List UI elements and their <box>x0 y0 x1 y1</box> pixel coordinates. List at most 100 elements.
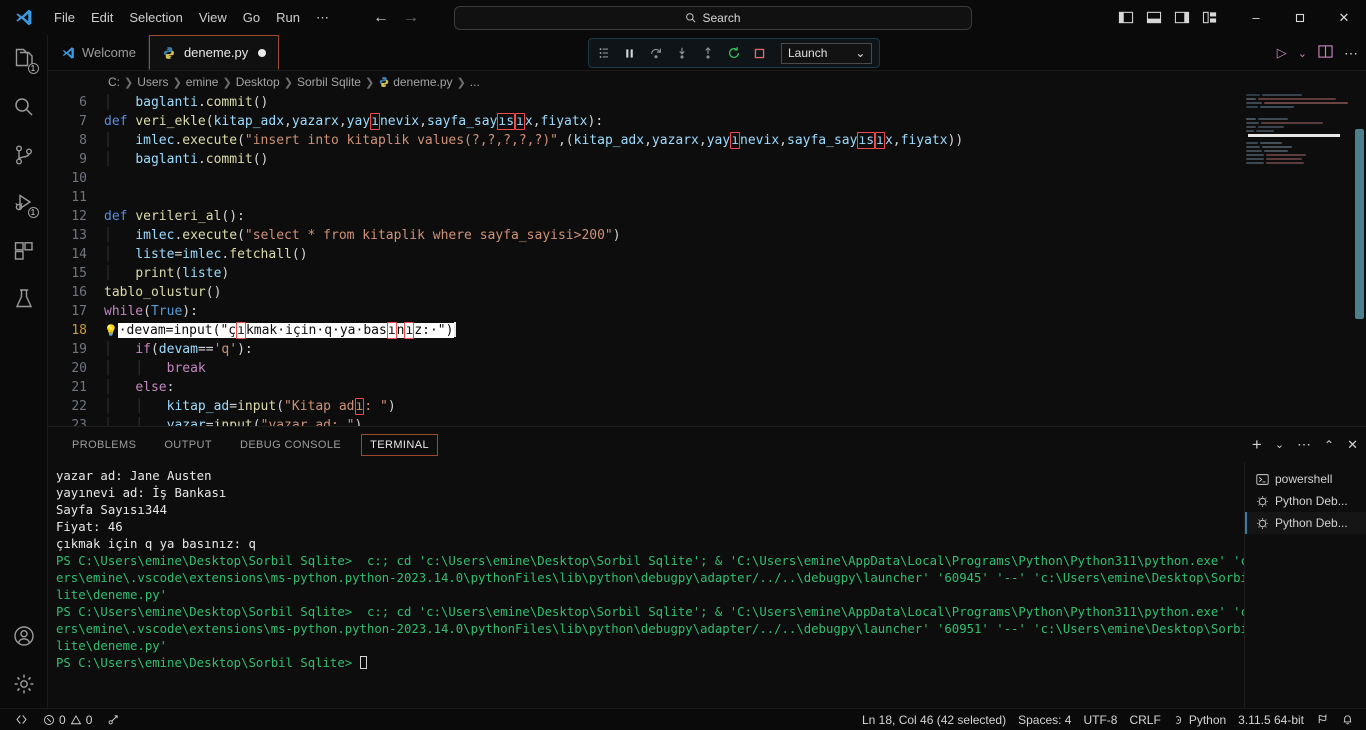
cursor-position-status[interactable]: Ln 18, Col 46 (42 selected) <box>856 709 1012 730</box>
ports-forward-button[interactable] <box>101 709 126 730</box>
debug-pause-icon[interactable] <box>622 46 637 61</box>
code-line: 22│ │ kitap_ad=input("Kitap adı: ") <box>48 397 1366 416</box>
panel-tab-terminal[interactable]: TERMINAL <box>361 434 438 456</box>
menu-file[interactable]: File <box>46 7 83 28</box>
debug-restart-icon[interactable] <box>726 46 741 61</box>
code-line: 6│ baglanti.commit() <box>48 93 1366 112</box>
breadcrumb-item-users[interactable]: Users <box>137 75 168 89</box>
forward-arrow-icon[interactable]: → <box>403 9 419 27</box>
sidebar-item-run-and-debug[interactable]: 1 <box>0 179 48 227</box>
window-minimize-button[interactable]: – <box>1234 0 1278 35</box>
menu-bar: File Edit Selection View Go Run ⋯ <box>46 7 337 29</box>
terminal-output[interactable]: yazar ad: Jane Austen yayınevi ad: İş Ba… <box>48 462 1244 708</box>
accounts-button[interactable] <box>0 612 48 660</box>
code-line: 17while(True): <box>48 302 1366 321</box>
close-panel-icon[interactable]: ✕ <box>1347 437 1358 453</box>
editor-vertical-scrollbar[interactable] <box>1355 129 1364 319</box>
editor-tab-bar: Welcome deneme.py <box>48 35 1366 71</box>
breadcrumb-item-desktop[interactable]: Desktop <box>236 75 280 89</box>
run-options-chevron-icon[interactable]: ⌄ <box>1298 47 1307 60</box>
feedback-button[interactable] <box>1310 709 1335 730</box>
debug-step-out-icon[interactable] <box>700 46 715 61</box>
code-lines-container: 6│ baglanti.commit() 7def veri_ekle(kita… <box>48 93 1366 426</box>
language-mode-status[interactable]: Python <box>1167 709 1232 730</box>
run-python-file-icon[interactable]: ▷ <box>1277 45 1287 61</box>
python-interpreter-status[interactable]: 3.11.5 64-bit <box>1232 709 1310 730</box>
sidebar-item-extensions[interactable] <box>0 227 48 275</box>
encoding-status[interactable]: UTF-8 <box>1077 709 1123 730</box>
code-line: 12def verileri_al(): <box>48 207 1366 226</box>
window-maximize-button[interactable] <box>1278 0 1322 35</box>
debug-step-into-icon[interactable] <box>674 46 689 61</box>
breadcrumb-item-drive[interactable]: C: <box>108 75 120 89</box>
new-terminal-icon[interactable]: + <box>1252 435 1262 455</box>
menu-more[interactable]: ⋯ <box>308 7 337 29</box>
toggle-panel-icon[interactable] <box>1146 10 1162 25</box>
line-content: tablo_olustur() <box>104 283 1366 302</box>
menu-selection[interactable]: Selection <box>121 7 190 28</box>
line-content: │ imlec.execute("insert into kitaplik va… <box>104 131 1366 150</box>
python-icon <box>162 45 177 60</box>
panel-tab-problems[interactable]: PROBLEMS <box>64 435 144 455</box>
debug-session-select[interactable]: Launch ⌄ <box>781 43 872 64</box>
chevron-down-icon: ⌄ <box>855 46 865 60</box>
terminal-prompt-line: PS C:\Users\emine\Desktop\Sorbil Sqlite> <box>56 655 1244 672</box>
vscode-logo-icon <box>0 8 46 27</box>
maximize-panel-icon[interactable]: ⌃ <box>1324 438 1334 452</box>
command-center-search[interactable]: Search <box>454 6 972 30</box>
panel-tab-debug-console[interactable]: DEBUG CONSOLE <box>232 435 349 455</box>
terminal-powershell-icon <box>1255 472 1269 486</box>
debug-drag-handle-icon[interactable] <box>596 46 611 61</box>
terminal-tab-powershell[interactable]: powershell <box>1245 468 1366 490</box>
editor-more-actions-icon[interactable]: ⋯ <box>1344 45 1358 62</box>
tab-welcome[interactable]: Welcome <box>48 35 149 70</box>
menu-view[interactable]: View <box>191 7 235 28</box>
line-content: while(True): <box>104 302 1366 321</box>
sidebar-item-testing[interactable] <box>0 275 48 323</box>
sidebar-item-explorer[interactable]: 1 <box>0 35 48 83</box>
manage-settings-button[interactable] <box>0 660 48 708</box>
breadcrumb-separator-icon: ❯ <box>456 76 467 89</box>
terminal-tab-python-debug-2[interactable]: Python Deb... <box>1245 512 1366 534</box>
debug-step-over-icon[interactable] <box>648 46 663 61</box>
terminal-tab-python-debug-1[interactable]: Python Deb... <box>1245 490 1366 512</box>
code-line: 10 <box>48 169 1366 188</box>
line-content: │ │ yazar=input("yazar ad: ") <box>104 416 1366 426</box>
breadcrumb-separator-icon: ❯ <box>172 76 183 89</box>
lightbulb-quickfix-icon[interactable]: 💡 <box>104 324 118 337</box>
breadcrumb-item-emine[interactable]: emine <box>186 75 219 89</box>
line-number: 10 <box>48 169 104 188</box>
customize-layout-icon[interactable] <box>1202 10 1218 25</box>
debug-stop-icon[interactable] <box>752 46 767 61</box>
menu-go[interactable]: Go <box>235 7 268 28</box>
sidebar-item-search[interactable] <box>0 83 48 131</box>
split-editor-icon[interactable] <box>1318 44 1333 62</box>
panel-tab-output[interactable]: OUTPUT <box>156 435 220 455</box>
problems-status-button[interactable]: 0 0 <box>37 709 98 730</box>
tab-dirty-indicator[interactable] <box>258 49 266 57</box>
menu-run[interactable]: Run <box>268 7 308 28</box>
error-icon <box>43 714 55 726</box>
terminal-profile-chevron-icon[interactable]: ⌄ <box>1275 438 1284 451</box>
terminal-line: ers\emine\.vscode\extensions\ms-python.p… <box>56 570 1244 587</box>
editor-minimap[interactable] <box>1242 93 1352 426</box>
code-line-selected: 18💡·devam=input("çıkmak·için·q·ya·basını… <box>48 321 1366 340</box>
breadcrumb-item-symbol[interactable]: ... <box>470 75 480 89</box>
panel-more-actions-icon[interactable]: ⋯ <box>1297 436 1311 453</box>
menu-edit[interactable]: Edit <box>83 7 121 28</box>
code-editor[interactable]: 6│ baglanti.commit() 7def veri_ekle(kita… <box>48 93 1366 426</box>
explorer-badge: 1 <box>28 63 39 74</box>
indentation-status[interactable]: Spaces: 4 <box>1012 709 1077 730</box>
toggle-secondary-sidebar-icon[interactable] <box>1174 10 1190 25</box>
tab-deneme-py[interactable]: deneme.py <box>149 35 279 70</box>
remote-window-button[interactable] <box>9 709 34 730</box>
window-close-button[interactable]: ✕ <box>1322 0 1366 35</box>
back-arrow-icon[interactable]: ← <box>373 9 389 27</box>
breadcrumb-item-folder[interactable]: Sorbil Sqlite <box>297 75 361 89</box>
breadcrumb-item-file[interactable]: deneme.py <box>393 75 452 89</box>
eol-status[interactable]: CRLF <box>1123 709 1166 730</box>
notifications-button[interactable] <box>1335 709 1360 730</box>
toggle-primary-sidebar-icon[interactable] <box>1118 10 1134 25</box>
sidebar-item-source-control[interactable] <box>0 131 48 179</box>
line-content: │ baglanti.commit() <box>104 150 1366 169</box>
